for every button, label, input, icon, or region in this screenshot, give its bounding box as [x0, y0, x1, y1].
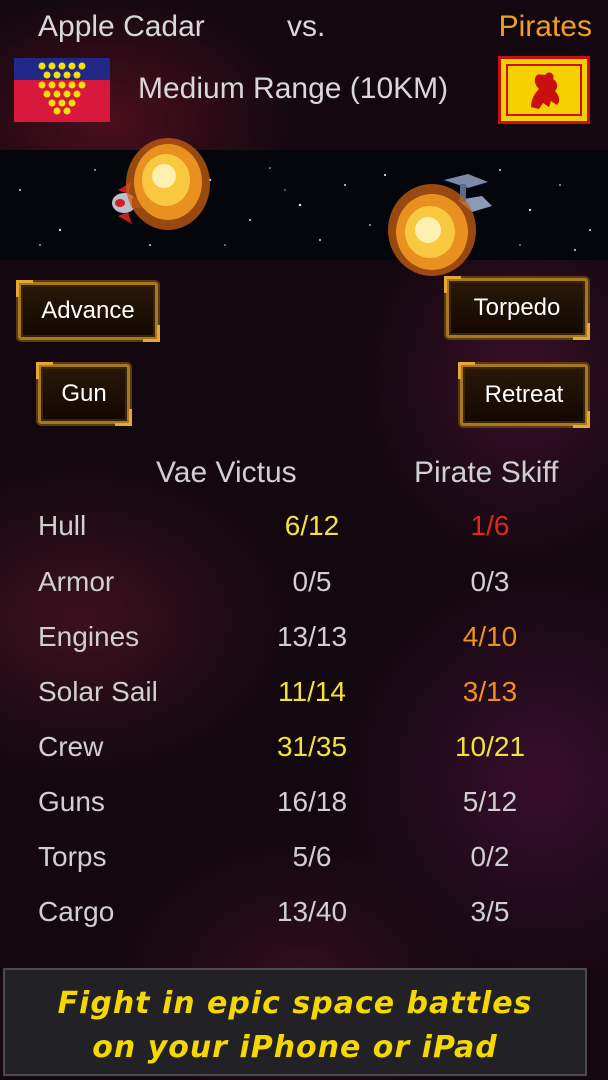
enemy-stat-value: 4/10: [462, 621, 518, 652]
enemy-stat-value: 5/12: [462, 786, 518, 817]
stat-label: Solar Sail: [38, 676, 158, 707]
stat-label: Crew: [38, 731, 104, 762]
retreat-button-label: Retreat: [484, 381, 564, 408]
enemy-stat-value: 1/6: [470, 510, 510, 541]
stat-label: Torps: [38, 841, 107, 872]
stat-row-torps: Torps 5/6 0/2: [0, 841, 608, 881]
explosion-icon: [122, 134, 214, 234]
enemy-flag-icon: [498, 56, 590, 124]
stat-label: Guns: [38, 786, 105, 817]
stat-label: Hull: [38, 510, 87, 541]
stat-row-crew: Crew 31/35 10/21: [0, 731, 608, 771]
stat-label: Armor: [38, 566, 115, 597]
player-flag-icon: [14, 58, 110, 122]
battle-range-label: Medium Range (10KM): [138, 72, 449, 105]
advance-button[interactable]: Advance: [16, 280, 160, 342]
player-stat-value: 5/6: [292, 841, 332, 872]
enemy-stat-value: 0/3: [470, 566, 510, 597]
battle-viewport: [0, 150, 608, 260]
advance-button-label: Advance: [41, 297, 135, 324]
stat-row-solar-sail: Solar Sail 11/14 3/13: [0, 676, 608, 716]
enemy-ship-name: Pirate Skiff: [414, 456, 559, 489]
stat-row-armor: Armor 0/5 0/3: [0, 566, 608, 606]
enemy-stat-value: 0/2: [470, 841, 510, 872]
player-stat-value: 11/14: [278, 676, 346, 707]
stat-row-engines: Engines 13/13 4/10: [0, 621, 608, 661]
player-stat-value: 13/40: [276, 896, 348, 927]
player-stat-value: 13/13: [276, 621, 348, 652]
stat-row-cargo: Cargo 13/40 3/5: [0, 896, 608, 936]
enemy-stat-value: 3/5: [470, 896, 510, 927]
player-team-name: Apple Cadar: [38, 10, 205, 43]
enemy-stat-value: 10/21: [454, 731, 526, 762]
gun-button-label: Gun: [61, 380, 107, 407]
stat-row-guns: Guns 16/18 5/12: [0, 786, 608, 826]
versus-label: vs.: [287, 10, 326, 43]
player-stat-value: 6/12: [284, 510, 340, 541]
torpedo-button[interactable]: Torpedo: [444, 276, 590, 340]
explosion-icon: [384, 180, 480, 280]
enemy-team-name: Pirates: [498, 10, 592, 43]
player-stat-value: 0/5: [292, 566, 332, 597]
stat-label: Engines: [38, 621, 140, 652]
stat-label: Cargo: [38, 896, 115, 927]
player-ship-name: Vae Victus: [156, 456, 297, 489]
promo-line-2: on your iPhone or iPad: [92, 1030, 498, 1065]
promo-line-1: Fight in epic space battles: [57, 986, 533, 1021]
gun-button[interactable]: Gun: [36, 362, 132, 426]
player-stat-value: 31/35: [276, 731, 348, 762]
player-stat-value: 16/18: [276, 786, 348, 817]
retreat-button[interactable]: Retreat: [458, 362, 590, 428]
promo-banner: Fight in epic space battles on your iPho…: [3, 968, 587, 1076]
enemy-stat-value: 3/13: [462, 676, 518, 707]
stat-row-hull: Hull 6/12 1/6: [0, 510, 608, 550]
torpedo-button-label: Torpedo: [473, 294, 561, 321]
